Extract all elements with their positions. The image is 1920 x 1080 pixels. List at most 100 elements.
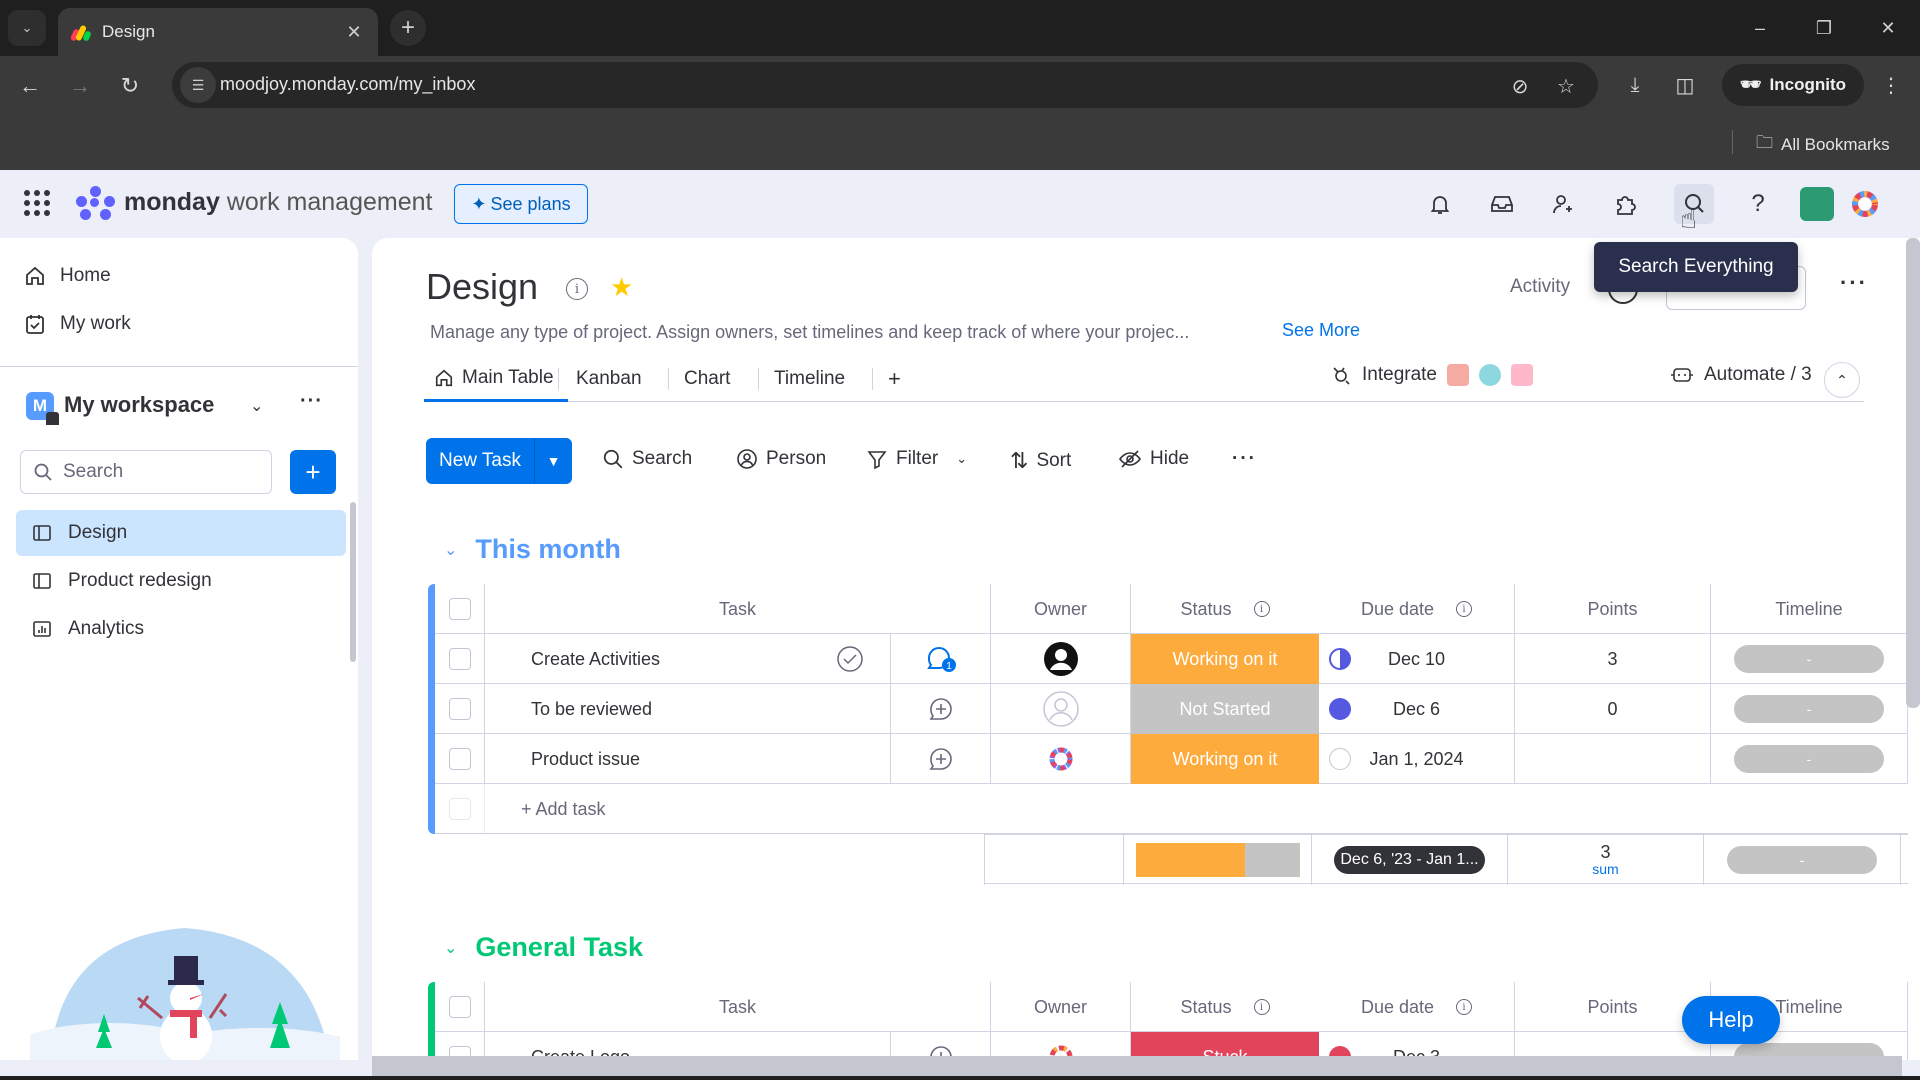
group-title[interactable]: General Task: [475, 932, 643, 963]
group-title[interactable]: This month: [475, 534, 620, 565]
person-empty-avatar-icon[interactable]: [1042, 691, 1079, 727]
forward-icon[interactable]: →: [62, 68, 98, 104]
close-tab-icon[interactable]: ✕: [344, 22, 364, 43]
group-chevron-down-icon[interactable]: ⌄: [444, 540, 457, 560]
status-distribution-bar[interactable]: [1135, 843, 1300, 877]
add-item-button[interactable]: +: [290, 450, 336, 494]
column-header-status[interactable]: Status i: [1131, 584, 1319, 634]
reload-icon[interactable]: ↻: [112, 68, 148, 104]
workspace-more-icon[interactable]: ···: [300, 390, 323, 413]
board-vertical-scrollbar[interactable]: [1906, 238, 1920, 708]
points-cell[interactable]: 0: [1515, 684, 1711, 734]
summary-due-date-cell[interactable]: Dec 6, '23 - Jan 1...: [1312, 835, 1508, 885]
row-checkbox[interactable]: [448, 648, 471, 670]
row-checkbox[interactable]: [448, 748, 471, 770]
task-name[interactable]: Create Activities: [531, 649, 660, 670]
see-more-link[interactable]: See More: [1282, 320, 1360, 341]
info-icon[interactable]: i: [1456, 999, 1473, 1015]
sidebar-item-product-redesign[interactable]: Product redesign: [16, 558, 346, 604]
incognito-indicator[interactable]: 🕶 Incognito: [1722, 64, 1864, 106]
search-button[interactable]: Search: [602, 448, 692, 470]
address-bar[interactable]: ☰ moodjoy.monday.com/my_inbox ⊘ ☆: [172, 62, 1598, 108]
info-icon[interactable]: i: [1253, 601, 1270, 617]
tab-search-button[interactable]: ⌄: [8, 10, 46, 46]
automate-button[interactable]: Automate / 3: [1670, 364, 1812, 386]
eye-off-icon[interactable]: ⊘: [1506, 72, 1534, 100]
due-date-cell[interactable]: Dec 6: [1319, 684, 1515, 734]
status-cell[interactable]: Working on it: [1131, 634, 1319, 684]
timeline-cell[interactable]: -: [1711, 684, 1908, 734]
add-view-button[interactable]: +: [888, 356, 901, 402]
status-cell[interactable]: Not Started: [1131, 684, 1319, 734]
close-window-icon[interactable]: ✕: [1856, 0, 1920, 56]
timeline-cell[interactable]: -: [1711, 634, 1908, 684]
timeline-pill[interactable]: -: [1734, 695, 1884, 723]
group-header-general-task[interactable]: ⌄ General Task: [444, 932, 643, 963]
points-cell[interactable]: [1515, 734, 1711, 784]
tab-chart[interactable]: Chart: [684, 356, 730, 402]
add-update-icon[interactable]: [927, 745, 955, 773]
timeline-pill[interactable]: -: [1734, 745, 1884, 773]
column-header-status[interactable]: Status i: [1131, 982, 1319, 1032]
apps-puzzle-icon[interactable]: [1606, 184, 1646, 224]
sidebar-item-my-work[interactable]: My work: [24, 308, 131, 340]
person-filled-avatar-icon[interactable]: [1043, 641, 1079, 677]
workspace-avatar[interactable]: [1800, 187, 1834, 221]
sidebar-item-home[interactable]: Home: [24, 260, 111, 292]
person-filter-button[interactable]: Person: [736, 448, 826, 470]
new-tab-button[interactable]: +: [390, 10, 426, 46]
sidebar-item-analytics[interactable]: Analytics: [16, 606, 346, 652]
due-date-cell[interactable]: Dec 10: [1319, 634, 1515, 684]
column-header-task[interactable]: Task: [485, 584, 991, 634]
more-actions-icon[interactable]: ···: [1232, 448, 1257, 470]
timeline-pill[interactable]: -: [1734, 645, 1884, 673]
sort-button[interactable]: ⇅ Sort: [1010, 448, 1071, 474]
conversation-with-updates-icon[interactable]: 1: [925, 644, 957, 674]
info-icon[interactable]: i: [1456, 601, 1473, 617]
updates-cell[interactable]: 1: [891, 634, 991, 684]
flower-avatar-icon[interactable]: [1046, 744, 1076, 774]
column-header-timeline[interactable]: Timeline: [1711, 584, 1908, 634]
workspace-name[interactable]: My workspace: [64, 392, 214, 418]
timeline-cell[interactable]: -: [1711, 734, 1908, 784]
filter-button[interactable]: Filter ⌄: [866, 448, 967, 470]
integrate-button[interactable]: Integrate: [1330, 364, 1533, 386]
tab-main-table[interactable]: Main Table: [424, 356, 568, 402]
table-row[interactable]: To be reviewed Not Started Dec 6 0 -: [435, 684, 1908, 734]
table-row[interactable]: Create Activities 1 Working on it Dec 10…: [435, 634, 1908, 684]
browser-menu-icon[interactable]: ⋮: [1876, 70, 1906, 100]
owner-cell[interactable]: [991, 734, 1131, 784]
help-question-icon[interactable]: ?: [1738, 184, 1778, 224]
monday-logo-icon[interactable]: [76, 186, 116, 220]
task-name[interactable]: Product issue: [531, 749, 640, 770]
filter-chevron-down-icon[interactable]: ⌄: [956, 451, 967, 467]
back-icon[interactable]: ←: [12, 68, 48, 104]
board-more-icon[interactable]: ···: [1840, 270, 1868, 296]
url-text[interactable]: moodjoy.monday.com/my_inbox: [220, 74, 475, 95]
all-bookmarks-button[interactable]: 🗀 All Bookmarks: [1756, 130, 1890, 159]
due-date-cell[interactable]: Jan 1, 2024: [1319, 734, 1515, 784]
column-header-task[interactable]: Task: [485, 982, 991, 1032]
workspace-badge[interactable]: M: [26, 392, 59, 425]
info-icon[interactable]: i: [1253, 999, 1270, 1015]
add-task-input[interactable]: + Add task: [485, 784, 1908, 834]
column-header-points[interactable]: Points: [1515, 584, 1711, 634]
task-name-cell[interactable]: Product issue: [485, 734, 891, 784]
minimize-icon[interactable]: –: [1728, 0, 1792, 56]
add-update-icon[interactable]: [927, 695, 955, 723]
summary-status-cell[interactable]: [1124, 835, 1312, 885]
select-all-checkbox[interactable]: [448, 598, 471, 620]
column-header-owner[interactable]: Owner: [991, 584, 1131, 634]
updates-cell[interactable]: [891, 684, 991, 734]
group-header-this-month[interactable]: ⌄ This month: [444, 534, 621, 565]
owner-cell[interactable]: [991, 634, 1131, 684]
column-header-due-date[interactable]: Due date i: [1319, 584, 1515, 634]
sidebar-scrollbar[interactable]: [350, 502, 356, 662]
help-button[interactable]: Help: [1682, 996, 1780, 1044]
side-panel-icon[interactable]: ◫: [1670, 70, 1700, 100]
tab-timeline[interactable]: Timeline: [774, 356, 845, 402]
favorite-star-icon[interactable]: ★: [610, 272, 633, 303]
browser-tab[interactable]: Design ✕: [58, 8, 378, 56]
site-info-icon[interactable]: ☰: [180, 67, 216, 103]
board-info-icon[interactable]: i: [566, 278, 588, 300]
